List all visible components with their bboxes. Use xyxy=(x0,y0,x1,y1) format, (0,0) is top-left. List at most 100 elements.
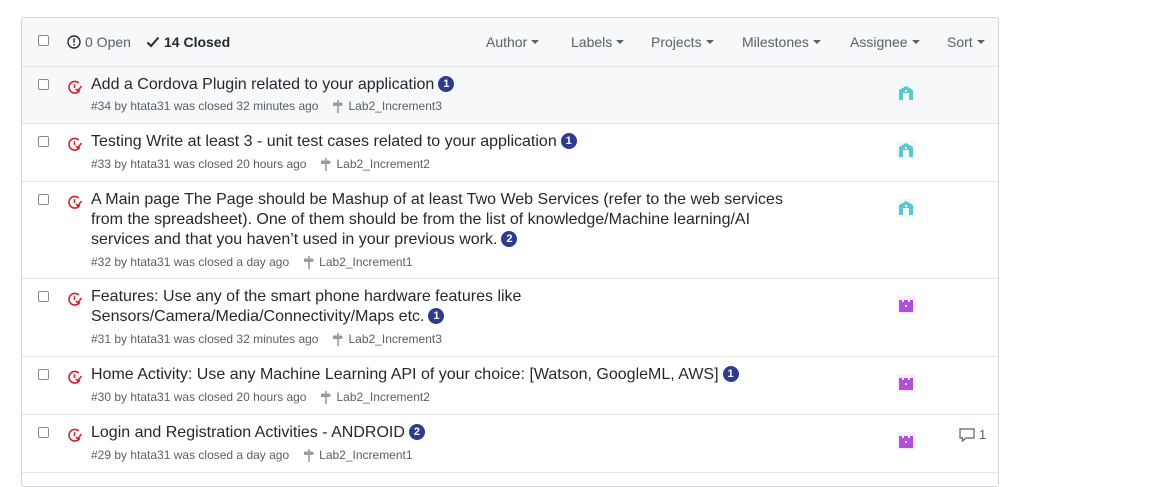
issue-meta-text: #32 by htata31 was closed a day ago xyxy=(91,255,290,269)
issue-title-text: Add a Cordova Plugin related to your app… xyxy=(91,76,435,93)
milestone-icon xyxy=(304,255,315,269)
chevron-down-icon xyxy=(616,40,625,44)
issue-closed-icon xyxy=(68,137,82,151)
sort-filter-label: Sort xyxy=(947,34,973,50)
assignee-avatar[interactable] xyxy=(897,374,915,392)
chevron-down-icon xyxy=(705,40,714,44)
milestones-filter[interactable]: Milestones xyxy=(742,34,821,50)
chevron-down-icon xyxy=(531,40,540,44)
assignee-filter-label: Assignee xyxy=(850,34,908,50)
issue-title-link[interactable]: Home Activity: Use any Machine Learning … xyxy=(91,365,841,385)
milestone-label: Lab2_Increment1 xyxy=(319,448,413,462)
issue-meta: #30 by htata31 was closed 20 hours ago L… xyxy=(91,390,430,404)
assignee-avatar[interactable] xyxy=(897,296,915,314)
milestone-link[interactable]: Lab2_Increment3 xyxy=(332,99,442,113)
issue-checkbox[interactable] xyxy=(38,427,49,438)
assignee-avatar[interactable] xyxy=(897,199,915,217)
milestone-label: Lab2_Increment2 xyxy=(336,157,430,171)
comment-count: 1 xyxy=(979,427,987,442)
issue-checkbox[interactable] xyxy=(38,291,49,302)
chevron-down-icon xyxy=(812,40,821,44)
issue-closed-icon xyxy=(68,292,82,306)
milestone-label: Lab2_Increment3 xyxy=(348,99,442,113)
issue-row: Features: Use any of the smart phone har… xyxy=(22,279,998,357)
issue-meta-text: #33 by htata31 was closed 20 hours ago xyxy=(91,157,307,171)
comments-link[interactable]: 1 xyxy=(959,427,986,442)
issue-title-link[interactable]: A Main page The Page should be Mashup of… xyxy=(91,190,796,250)
projects-filter[interactable]: Projects xyxy=(651,34,714,50)
task-count-badge: 1 xyxy=(438,76,455,92)
issue-title-text: Home Activity: Use any Machine Learning … xyxy=(91,366,719,383)
assignee-avatar[interactable] xyxy=(897,84,915,102)
issues-list-header: 0 Open 14 Closed Author Labels Projects … xyxy=(22,18,998,67)
issue-title-text: Features: Use any of the smart phone har… xyxy=(91,288,522,325)
sort-filter[interactable]: Sort xyxy=(947,34,985,50)
comment-icon xyxy=(959,427,975,442)
open-issues-count: 0 Open xyxy=(85,34,131,50)
select-all-checkbox[interactable] xyxy=(38,35,49,46)
task-count-badge: 1 xyxy=(428,308,445,324)
issue-title-link[interactable]: Add a Cordova Plugin related to your app… xyxy=(91,75,811,95)
milestone-link[interactable]: Lab2_Increment2 xyxy=(320,157,430,171)
open-issues-tab[interactable]: 0 Open xyxy=(67,34,131,50)
milestone-icon xyxy=(304,448,315,462)
milestone-label: Lab2_Increment2 xyxy=(336,390,430,404)
issues-list: 0 Open 14 Closed Author Labels Projects … xyxy=(21,17,999,487)
issue-checkbox[interactable] xyxy=(38,79,49,90)
author-filter[interactable]: Author xyxy=(486,34,540,50)
chevron-down-icon xyxy=(976,40,985,44)
milestone-icon xyxy=(321,390,332,404)
task-count-badge: 2 xyxy=(501,231,518,247)
closed-issues-tab[interactable]: 14 Closed xyxy=(146,34,230,50)
assignee-avatar[interactable] xyxy=(897,141,915,159)
milestone-icon xyxy=(321,157,332,171)
issue-meta-text: #29 by htata31 was closed a day ago xyxy=(91,448,290,462)
check-icon xyxy=(146,36,160,48)
issue-meta-text: #31 by htata31 was closed 32 minutes ago xyxy=(91,332,319,346)
closed-issues-count: 14 Closed xyxy=(164,34,231,50)
issue-closed-icon xyxy=(68,428,82,442)
issue-meta: #33 by htata31 was closed 20 hours ago L… xyxy=(91,157,430,171)
issue-meta: #34 by htata31 was closed 32 minutes ago… xyxy=(91,99,442,113)
issue-checkbox[interactable] xyxy=(38,194,49,205)
issue-title-link[interactable]: Login and Registration Activities - ANDR… xyxy=(91,423,811,443)
task-count-badge: 1 xyxy=(560,133,577,149)
issue-meta: #29 by htata31 was closed a day ago Lab2… xyxy=(91,448,413,462)
issue-opened-icon xyxy=(67,35,81,49)
labels-filter-label: Labels xyxy=(571,34,613,50)
issue-row: Add a Cordova Plugin related to your app… xyxy=(22,67,998,124)
milestone-link[interactable]: Lab2_Increment1 xyxy=(303,448,413,462)
issue-title-text: A Main page The Page should be Mashup of… xyxy=(91,191,783,248)
issue-row: Home Activity: Use any Machine Learning … xyxy=(22,357,998,415)
issue-meta-text: #34 by htata31 was closed 32 minutes ago xyxy=(91,99,319,113)
chevron-down-icon xyxy=(911,40,920,44)
issue-meta-text: #30 by htata31 was closed 20 hours ago xyxy=(91,390,307,404)
issue-row: A Main page The Page should be Mashup of… xyxy=(22,182,998,279)
issue-row: Login and Registration Activities - ANDR… xyxy=(22,415,998,473)
milestone-link[interactable]: Lab2_Increment1 xyxy=(303,255,413,269)
labels-filter[interactable]: Labels xyxy=(571,34,625,50)
milestone-label: Lab2_Increment3 xyxy=(348,332,442,346)
milestone-icon xyxy=(333,99,344,113)
milestones-filter-label: Milestones xyxy=(742,34,809,50)
task-count-badge: 1 xyxy=(722,366,739,382)
milestone-label: Lab2_Increment1 xyxy=(319,255,413,269)
issue-title-link[interactable]: Features: Use any of the smart phone har… xyxy=(91,287,561,327)
assignee-avatar[interactable] xyxy=(897,432,915,450)
issue-checkbox[interactable] xyxy=(38,136,49,147)
issue-checkbox[interactable] xyxy=(38,369,49,380)
milestone-link[interactable]: Lab2_Increment2 xyxy=(320,390,430,404)
issue-closed-icon xyxy=(68,195,82,209)
issue-closed-icon xyxy=(68,80,82,94)
milestone-icon xyxy=(333,332,344,346)
assignee-filter[interactable]: Assignee xyxy=(850,34,920,50)
issue-meta: #32 by htata31 was closed a day ago Lab2… xyxy=(91,255,413,269)
issue-title-text: Testing Write at least 3 - unit test cas… xyxy=(91,133,557,150)
issue-closed-icon xyxy=(68,370,82,384)
projects-filter-label: Projects xyxy=(651,34,702,50)
issue-row: Testing Write at least 3 - unit test cas… xyxy=(22,124,998,182)
milestone-link[interactable]: Lab2_Increment3 xyxy=(332,332,442,346)
issue-title-link[interactable]: Testing Write at least 3 - unit test cas… xyxy=(91,132,811,152)
issue-row xyxy=(22,473,998,486)
task-count-badge: 2 xyxy=(408,424,425,440)
